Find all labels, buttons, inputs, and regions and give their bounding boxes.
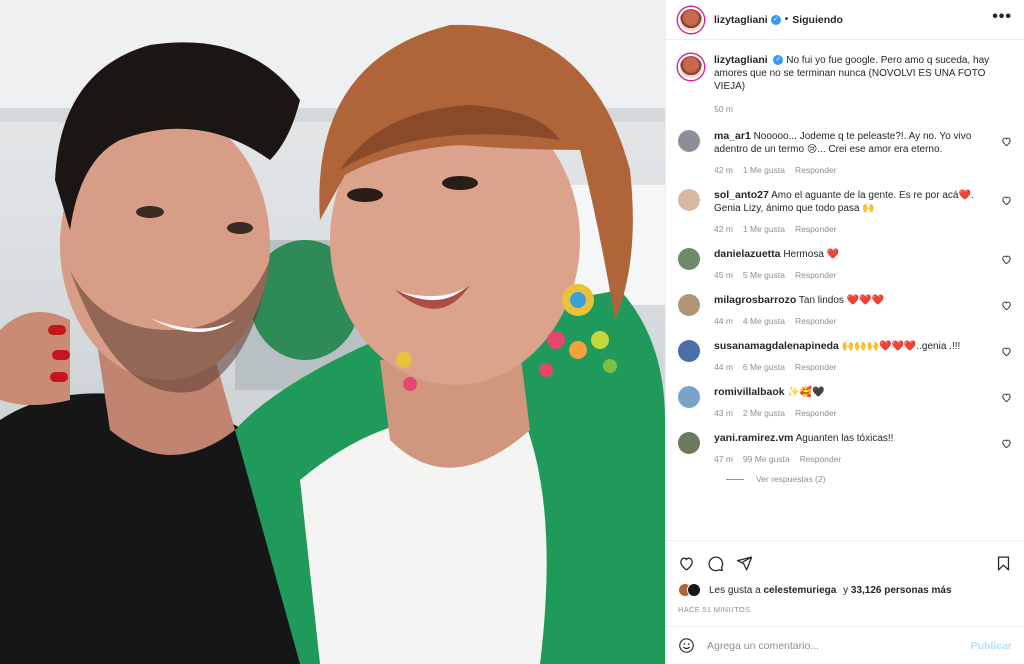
posted-time: HACE 51 MINUTOS [678,605,751,614]
separator-dot: • [784,14,789,25]
comment-row: danielazuetta Hermosa ❤️ 45 m 5 Me gusta Re… [678,248,1012,282]
verified-icon: ✓ [770,14,781,25]
likes-prefix: Les gusta a [709,584,761,596]
like-comment-heart-icon[interactable] [1001,346,1012,357]
like-comment-heart-icon[interactable] [1001,392,1012,403]
caption-time: 50 m [714,104,733,114]
comment-time: 45 m [714,270,733,280]
post-header: lizytagliani ✓ • Siguiendo ••• [666,0,1024,40]
likes-summary: Les gusta a celestemuriega y 33,126 pers… [678,583,1012,597]
comment-likes[interactable]: 1 Me gusta [743,164,785,177]
reply-button[interactable]: Responder [795,361,837,374]
liker-username[interactable]: celestemuriega [764,585,837,596]
comment-likes[interactable]: 2 Me gusta [743,407,785,420]
commenter-avatar[interactable] [678,130,700,152]
view-replies-label: Ver respuestas (2) [756,474,826,484]
comment-time: 42 m [714,224,733,234]
post-photo[interactable] [0,0,665,664]
comment-likes[interactable]: 1 Me gusta [743,223,785,236]
comment-likes[interactable]: 99 Me gusta [743,453,790,466]
commenter-username[interactable]: ma_ar1 [714,130,751,142]
comment-text: 🙌🙌🙌❤️❤️❤️..genia .!!! [841,341,961,352]
reply-button[interactable]: Responder [795,164,837,177]
comment-icon[interactable] [707,555,724,572]
comment-time: 42 m [714,165,733,175]
comment-row: yani.ramirez.vm Aguanten las tóxicas!! 47… [678,432,1012,466]
author-username[interactable]: lizytagliani [714,14,768,26]
liker-avatar[interactable] [687,583,701,597]
like-comment-heart-icon[interactable] [1001,254,1012,265]
author-avatar[interactable] [678,6,704,33]
comment-time: 43 m [714,408,733,418]
comment-text: Tan lindos ❤️❤️❤️ [798,295,885,306]
emoji-icon[interactable] [678,637,695,654]
comment-text: Hermosa ❤️ [783,249,840,260]
more-icon[interactable]: ••• [992,8,1012,28]
reply-button[interactable]: Responder [795,269,837,282]
likes-count[interactable]: 33,126 personas más [851,585,952,596]
commenter-avatar[interactable] [678,189,700,211]
reply-button[interactable]: Responder [795,315,837,328]
add-comment-bar: Publicar [666,626,1024,664]
comment-likes[interactable]: 6 Me gusta [743,361,785,374]
comment-row: susanamagdalenapineda 🙌🙌🙌❤️❤️❤️..genia .… [678,340,1012,374]
share-icon[interactable] [736,555,753,572]
reply-button[interactable]: Responder [795,407,837,420]
commenter-avatar[interactable] [678,248,700,270]
verified-icon: ✓ [773,55,784,66]
bookmark-icon[interactable] [995,555,1012,572]
caption-username[interactable]: lizytagliani [714,54,768,66]
comment-likes[interactable]: 4 Me gusta [743,315,785,328]
commenter-avatar[interactable] [678,386,700,408]
post-caption: lizytagliani ✓ No fui yo fue google. Per… [678,54,1012,116]
post-actions: Les gusta a celestemuriega y 33,126 pers… [666,540,1024,626]
commenter-avatar[interactable] [678,340,700,362]
like-comment-heart-icon[interactable] [1001,136,1012,147]
post-side-panel: lizytagliani ✓ • Siguiendo ••• lizytagli… [665,0,1024,664]
commenter-avatar[interactable] [678,294,700,316]
like-comment-heart-icon[interactable] [1001,300,1012,311]
comment-likes[interactable]: 5 Me gusta [743,269,785,282]
reply-button[interactable]: Responder [795,223,837,236]
commenter-avatar[interactable] [678,432,700,454]
caption-avatar[interactable] [678,54,704,80]
comment-time: 47 m [714,454,733,464]
commenter-username[interactable]: romivillalbaok [714,386,785,398]
comment-input[interactable] [707,639,971,652]
like-comment-heart-icon[interactable] [1001,438,1012,449]
view-replies-button[interactable]: Ver respuestas (2) [726,474,1012,484]
replies-line [726,478,744,480]
heart-icon[interactable] [678,555,695,572]
commenter-username[interactable]: yani.ramirez.vm [714,432,793,444]
comment-text: Aguanten las tóxicas!! [795,433,894,444]
likes-middle: y [843,584,849,596]
comment-time: 44 m [714,316,733,326]
commenter-username[interactable]: sol_anto27 [714,189,769,201]
comment-row: milagrosbarrozo Tan lindos ❤️❤️❤️ 44 m 4 M… [678,294,1012,328]
commenter-username[interactable]: milagrosbarrozo [714,294,796,306]
comments-list[interactable]: lizytagliani ✓ No fui yo fue google. Per… [666,40,1024,540]
following-button[interactable]: Siguiendo [792,14,843,26]
comment-time: 44 m [714,362,733,372]
reply-button[interactable]: Responder [800,453,842,466]
commenter-username[interactable]: susanamagdalenapineda [714,340,839,352]
commenter-username[interactable]: danielazuetta [714,248,781,260]
selfie-image [0,0,665,664]
publish-button[interactable]: Publicar [971,640,1012,652]
comment-text: ✨🥰🖤 [787,387,825,398]
comment-row: romivillalbaok ✨🥰🖤 43 m 2 Me gusta Responde… [678,386,1012,420]
like-comment-heart-icon[interactable] [1001,195,1012,206]
comment-row: sol_anto27 Amo el aguante de la gente. E… [678,189,1012,236]
comment-row: ma_ar1 Nooooo... Jodeme q te peleaste?!.… [678,130,1012,177]
comment-text: Nooooo... Jodeme q te peleaste?!. Ay no.… [714,131,972,155]
